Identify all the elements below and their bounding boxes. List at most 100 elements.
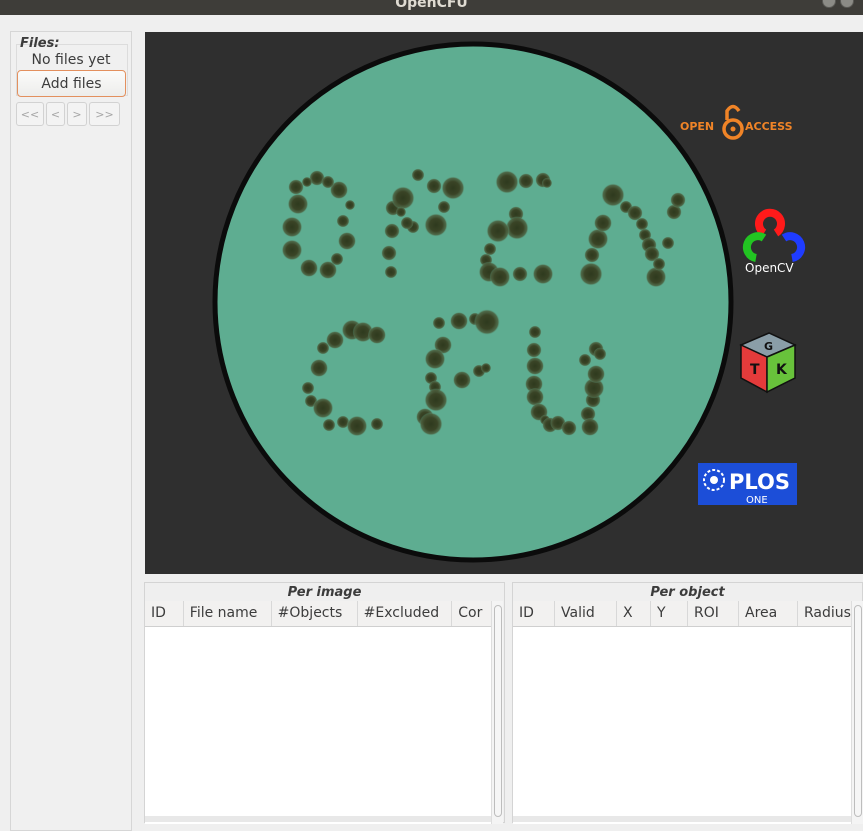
column-header[interactable]: File name	[183, 601, 272, 626]
colony	[532, 263, 554, 285]
files-status: No files yet	[31, 52, 111, 68]
colony	[281, 216, 303, 238]
colony	[489, 266, 511, 288]
per-object-hscrollbar[interactable]	[513, 816, 851, 822]
colony	[528, 325, 542, 339]
per-image-header: ID File name #Objects #Excluded Cor	[145, 601, 491, 626]
colony	[652, 257, 666, 271]
first-file-button[interactable]: <<	[16, 102, 44, 126]
per-object-scrollbar[interactable]	[851, 601, 863, 824]
svg-text:ONE: ONE	[746, 495, 768, 506]
colony	[449, 311, 469, 331]
colony	[670, 192, 686, 208]
column-header[interactable]: Y	[651, 601, 688, 626]
files-sidebar: Files: No files yet Add files << < > >>	[10, 31, 132, 831]
colony	[288, 179, 304, 195]
per-object-table-body[interactable]	[513, 626, 851, 824]
colony	[526, 342, 542, 358]
column-header[interactable]: Cor	[452, 601, 491, 626]
svg-text:K: K	[776, 362, 788, 378]
per-image-hscrollbar[interactable]	[145, 816, 491, 822]
column-header[interactable]: X	[617, 601, 651, 626]
petri-dish	[212, 41, 734, 563]
column-header[interactable]: Radius	[798, 601, 851, 626]
colony	[301, 381, 315, 395]
per-object-header: ID Valid X Y ROI Area Radius	[513, 601, 851, 626]
colony	[452, 370, 472, 390]
colony	[584, 247, 600, 263]
per-image-table-body[interactable]	[145, 626, 491, 824]
column-header[interactable]: ROI	[688, 601, 739, 626]
colony	[525, 356, 545, 376]
colony	[486, 219, 510, 243]
next-file-button[interactable]: >	[67, 102, 87, 126]
colony	[561, 420, 577, 436]
window-titlebar: OpenCFU	[0, 0, 863, 15]
colony	[299, 258, 319, 278]
colony	[395, 206, 407, 218]
column-header[interactable]: Area	[739, 601, 798, 626]
add-files-button[interactable]: Add files	[17, 70, 126, 97]
colony	[661, 236, 675, 250]
colony	[579, 262, 603, 286]
file-navigation: << < > >>	[16, 102, 120, 127]
colony	[337, 231, 357, 251]
per-image-panel: Per image ID File name #Objects #Exclude…	[144, 582, 505, 824]
column-header[interactable]: Valid	[555, 601, 617, 626]
gtk-logo: G T K	[739, 332, 797, 394]
colony	[312, 397, 334, 419]
colony	[346, 415, 368, 437]
colony	[593, 213, 613, 233]
column-header[interactable]: #Objects	[271, 601, 358, 626]
colony	[437, 200, 451, 214]
colony	[541, 177, 553, 189]
colony	[580, 417, 600, 437]
colony	[419, 412, 443, 436]
per-object-title: Per object	[650, 585, 725, 600]
colony	[586, 364, 606, 384]
colony	[512, 266, 528, 282]
colony	[593, 347, 607, 361]
colony	[344, 199, 356, 211]
colony	[635, 217, 649, 231]
last-file-button[interactable]: >>	[89, 102, 120, 126]
per-image-scrollbar[interactable]	[491, 601, 503, 824]
colony	[432, 316, 446, 330]
colony	[322, 418, 336, 432]
colony	[330, 252, 344, 266]
colony	[316, 341, 330, 355]
colony	[321, 175, 335, 189]
colony	[367, 325, 387, 345]
colony	[381, 245, 397, 261]
svg-text:T: T	[750, 362, 760, 378]
column-header[interactable]: #Excluded	[357, 601, 453, 626]
colony	[384, 265, 398, 279]
colony	[391, 186, 415, 210]
colony	[384, 223, 400, 239]
open-access-right-text: ACCESS	[745, 120, 793, 133]
previous-file-button[interactable]: <	[46, 102, 65, 126]
open-access-left-text: OPEN	[680, 120, 714, 133]
colony	[281, 239, 303, 261]
colony	[518, 173, 534, 189]
colony	[426, 178, 442, 194]
svg-text:G: G	[764, 340, 773, 353]
image-viewer[interactable]: OPEN ACCESS OpenCV G T K PLOS ONE	[145, 32, 863, 574]
window-title: OpenCFU	[395, 0, 468, 11]
colony	[424, 213, 448, 237]
svg-text:PLOS: PLOS	[729, 470, 790, 494]
files-label: Files:	[20, 36, 60, 51]
column-header[interactable]: ID	[513, 601, 555, 626]
colony	[400, 216, 414, 230]
colony	[424, 348, 446, 370]
opencv-logo-text: OpenCV	[745, 261, 794, 275]
colony	[287, 193, 309, 215]
colony	[336, 214, 350, 228]
image-canvas: OPEN ACCESS OpenCV G T K PLOS ONE	[212, 41, 806, 563]
colony	[424, 388, 448, 412]
plos-one-logo: PLOS ONE	[698, 463, 797, 506]
colony	[309, 358, 329, 378]
column-header[interactable]: ID	[145, 601, 184, 626]
colony	[441, 176, 465, 200]
colony	[411, 168, 425, 182]
